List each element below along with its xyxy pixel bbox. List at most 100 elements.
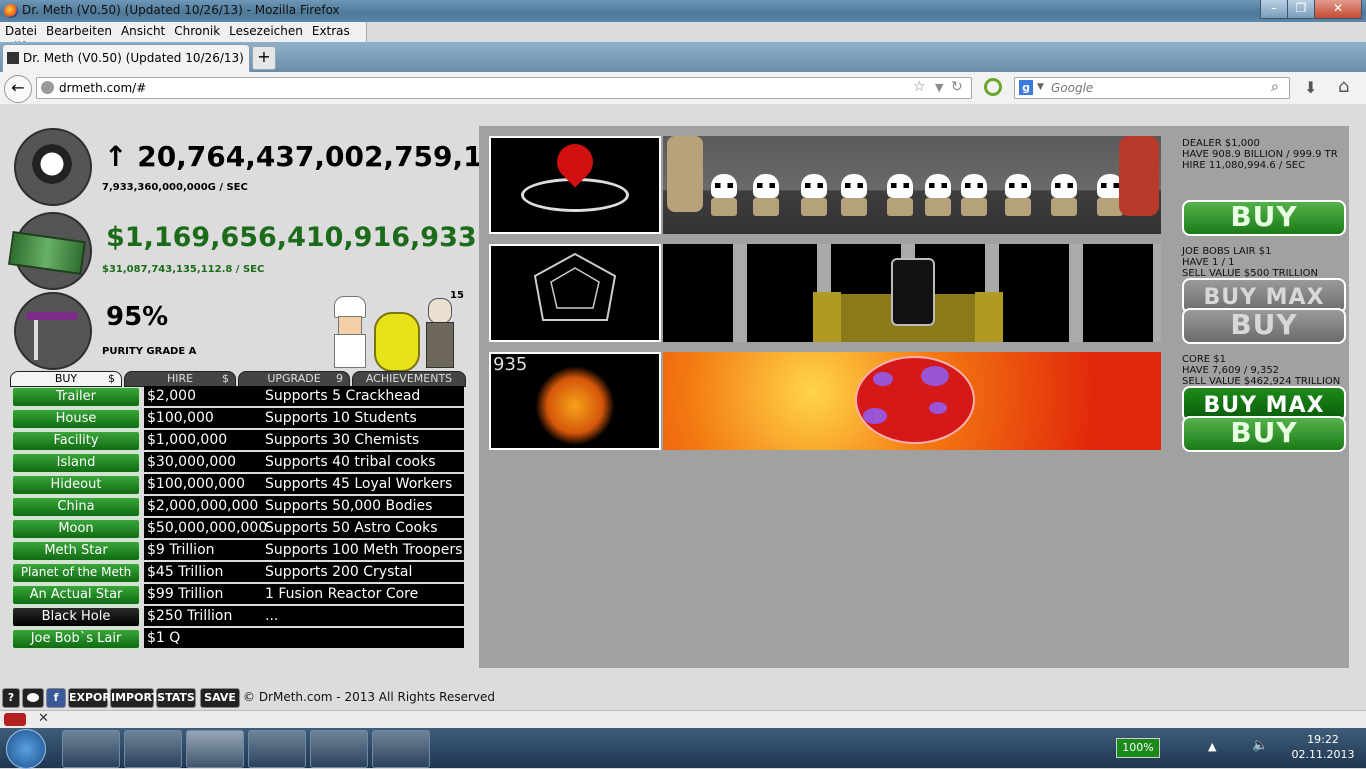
star-app-icon[interactable] [372,730,430,768]
building-price: $250 Trillion [147,608,233,624]
back-button[interactable]: ← [4,75,32,103]
media-player-icon[interactable] [62,730,120,768]
core-thumb-number: 935 [493,354,528,375]
engine-dropdown-icon[interactable]: ▼ [1037,82,1044,92]
close-addon-bar-icon[interactable]: ✕ [38,711,49,726]
reload-icon[interactable]: ↻ [951,79,963,95]
tab-buy-label: BUY [54,372,78,385]
tray-chevron-icon[interactable]: ▲ [1208,740,1216,753]
reddit-icon[interactable] [22,688,44,708]
building-desc: Supports 50,000 Bodies [265,498,433,514]
app-taskbar-icon[interactable] [310,730,368,768]
download-icon[interactable]: ⬇ [1304,78,1317,97]
tab-upgrade-label: UPGRADE [267,372,321,385]
dealer-skull-icon [1005,174,1031,198]
search-bar[interactable]: g ▼ Google ⌕ [1014,77,1290,99]
home-icon[interactable]: ⌂ [1338,76,1349,97]
game-tabs: BUY $ HIRE $ UPGRADE 9 ACHIEVEMENTS [10,371,466,387]
history-dropdown-icon[interactable]: ▼ [935,81,943,94]
building-row: Island $30,000,000 Supports 40 tribal cook… [10,452,466,473]
maximize-button[interactable]: ❐ [1287,0,1315,19]
addon-icon[interactable] [984,78,1002,96]
dealer-have: HAVE 908.9 BILLION / 999.9 TR [1182,149,1338,160]
dealer-skull-icon [841,174,867,198]
explorer-icon[interactable] [124,730,182,768]
tab-upgrade[interactable]: UPGRADE 9 [238,371,350,387]
volume-icon[interactable]: 🔈 [1252,738,1268,753]
bookmark-star-icon[interactable]: ☆ [913,79,926,95]
tab-achievements[interactable]: ACHIEVEMENTS [352,371,466,387]
hazmat-character-icon[interactable] [374,312,420,372]
menu-ansicht[interactable]: Ansicht [116,22,169,38]
building-buy-button[interactable]: House [12,409,140,429]
tab-hire[interactable]: HIRE $ [124,371,236,387]
building-buy-button[interactable]: Black Hole [12,607,140,627]
core-info: CORE $1 HAVE 7,609 / 9,352 SELL VALUE $4… [1182,354,1357,387]
stats-button[interactable]: STATS [156,688,196,708]
system-clock[interactable]: 19:22 02.11.2013 [1290,732,1356,762]
firefox-taskbar-icon[interactable] [186,730,244,768]
menu-chronik[interactable]: Chronik [169,22,224,38]
tab-title: Dr. Meth (V0.50) (Updated 10/26/13) [23,51,244,65]
core-view [663,352,1161,450]
flask-icon[interactable] [14,128,92,206]
building-price: $2,000 [147,388,196,404]
building-price: $99 Trillion [147,586,224,602]
minimize-button[interactable]: – [1260,0,1288,19]
firefox-icon [4,4,18,18]
export-button[interactable]: EXPORT [68,688,118,708]
scientist-character-icon[interactable] [420,296,462,368]
menu-datei[interactable]: Datei [0,22,41,38]
building-buy-button[interactable]: Moon [12,519,140,539]
close-window-button[interactable]: ✕ [1314,0,1362,19]
dealer-body [711,198,737,216]
browser-tab[interactable]: Dr. Meth (V0.50) (Updated 10/26/13) [2,44,250,73]
adblock-icon[interactable] [4,713,26,726]
money-icon[interactable] [7,212,92,290]
skype-icon[interactable] [248,730,306,768]
scene-panel: DEALER $1,000 HAVE 908.9 BILLION / 999.9… [479,126,1349,668]
tab-hire-suffix: $ [222,372,229,385]
building-buy-button[interactable]: Planet of the Meth [12,563,140,583]
help-button[interactable]: ? [2,688,20,708]
building-buy-button[interactable]: Trailer [12,387,140,407]
core-buy-button[interactable]: BUY [1182,416,1346,452]
building-price: $9 Trillion [147,542,215,558]
black-hole-thumbnail[interactable] [489,136,661,234]
start-button-icon[interactable] [6,729,46,769]
menu-bearbeiten[interactable]: Bearbeiten [41,22,116,38]
building-buy-button[interactable]: Island [12,453,140,473]
building-buy-button[interactable]: China [12,497,140,517]
purity-meter-icon[interactable] [14,292,92,370]
dealer-skull-icon [961,174,987,198]
chef-character-icon[interactable] [330,296,368,368]
dealer-buy-button[interactable]: BUY [1182,200,1346,236]
dealer-body [925,198,951,216]
dodecahedron-thumbnail[interactable] [489,244,661,342]
menu-extras[interactable]: Extras [307,22,354,38]
star-thumbnail[interactable]: 935 [489,352,661,450]
lair-buy-button[interactable]: BUY [1182,308,1346,344]
building-buy-button[interactable]: An Actual Star [12,585,140,605]
lair-info: JOE BOBS LAIR $1 HAVE 1 / 1 SELL VALUE $… [1182,246,1357,279]
save-button[interactable]: SAVE [200,688,240,708]
search-magnifier-icon[interactable]: ⌕ [1271,79,1279,95]
menu-lesezeichen[interactable]: Lesezeichen [224,22,307,38]
dealer-skull-icon [753,174,779,198]
tab-buy[interactable]: BUY $ [10,371,122,387]
building-buy-button[interactable]: Facility [12,431,140,451]
building-price: $1 Q [147,630,181,646]
new-tab-button[interactable]: + [252,46,276,70]
building-buy-button[interactable]: Joe Bob`s Lair [12,629,140,649]
facebook-icon[interactable]: f [46,688,66,708]
tab-upgrade-suffix: 9 [336,372,343,385]
building-row: Hideout $100,000,000 Supports 45 Loyal Wor… [10,474,466,495]
google-engine-icon[interactable]: g [1019,80,1033,95]
building-row: Planet of the Meth $45 Trillion Supports 2… [10,562,466,600]
battery-indicator[interactable]: 100% [1116,738,1160,758]
url-bar[interactable]: drmeth.com/# ☆ ▼ ↻ [36,77,972,99]
building-buy-button[interactable]: Hideout [12,475,140,495]
building-buy-button[interactable]: Meth Star [12,541,140,561]
import-button[interactable]: IMPORT [110,688,159,708]
building-info: $2,000Supports 5 Crackhead Cooks [144,386,464,424]
